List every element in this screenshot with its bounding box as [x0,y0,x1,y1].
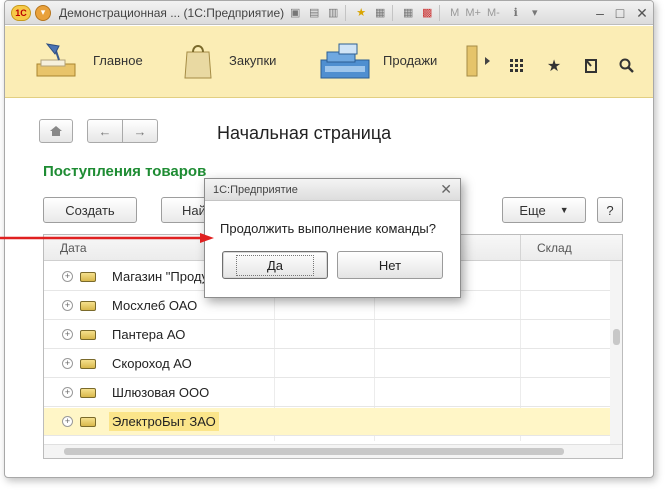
folder-icon [80,387,96,398]
home-button[interactable] [39,119,73,143]
document-icon[interactable]: ▦ [372,5,388,21]
folder-icon [80,300,96,311]
app-logo-icon: 1С [11,4,31,21]
table-row-selected[interactable]: + ЭлектроБыт ЗАО [44,408,612,436]
table-row[interactable]: + Шлюзовая ООО [44,379,612,407]
sections-panel: Главное Закупки Продажи ★ [5,26,653,98]
favorites-icon[interactable]: ★ [353,5,369,21]
maximize-button[interactable]: □ [611,4,629,22]
window-title: Демонстрационная ... (1С:Предприятие) [59,5,285,20]
desk-lamp-icon [33,40,83,80]
scroll-thumb[interactable] [64,448,564,455]
expand-icon[interactable]: + [62,387,73,398]
row-counterparty: Шлюзовая ООО [112,385,210,400]
star-icon[interactable]: ★ [544,56,564,76]
expand-icon[interactable]: + [62,329,73,340]
memory-minus-button[interactable]: M- [487,7,500,19]
folder-icon [80,358,96,369]
folder-icon [80,271,96,282]
list-title[interactable]: Поступления товаров [43,163,206,180]
folder-icon [80,329,96,340]
cash-register-icon [317,40,373,80]
chevron-down-icon: ▾ [35,4,51,21]
more-button[interactable]: Еще ▼ [502,197,586,223]
row-counterparty: ЭлектроБыт ЗАО [109,412,219,431]
preview-icon[interactable]: ▥ [325,5,341,21]
shopping-bag-icon [179,40,219,80]
expand-icon[interactable]: + [62,271,73,282]
folder-icon [80,416,96,427]
chevron-down-icon: ▼ [559,205,569,215]
red-arrow-annotation [0,233,214,243]
table-row[interactable]: + Пантера АО [44,321,612,349]
chevron-right-icon [466,45,490,77]
confirm-dialog: 1С:Предприятие ✕ Продолжить выполнение к… [204,178,461,298]
expand-icon[interactable]: + [62,358,73,369]
toolbar-divider [345,4,347,21]
section-label: Продажи [383,52,438,68]
create-button[interactable]: Создать [43,197,137,223]
row-counterparty: Пантера АО [112,327,186,342]
history-icon[interactable] [581,56,601,76]
vertical-scrollbar[interactable] [610,261,622,446]
arrow-right-icon: → [133,123,147,139]
print-icon[interactable]: ▤ [306,5,322,21]
calendar-icon[interactable]: ▩ [419,5,435,21]
dialog-title-bar: 1С:Предприятие ✕ [205,179,460,201]
calculator-icon[interactable]: ▦ [400,5,416,21]
dialog-title: 1С:Предприятие [213,183,298,196]
scroll-thumb[interactable] [613,329,620,345]
title-bar: 1С ▾ Демонстрационная ... (1С:Предприяти… [5,1,653,25]
help-button[interactable]: ? [597,197,623,223]
section-purchases[interactable]: Закупки [179,40,276,80]
section-main[interactable]: Главное [33,40,143,80]
section-label: Главное [93,52,143,68]
search-icon[interactable] [617,56,637,76]
page-title: Начальная страница [217,123,392,143]
minimize-button[interactable]: – [591,4,609,22]
column-header-warehouse[interactable]: Склад [520,235,616,261]
home-icon [50,126,62,136]
toolbar-divider [439,4,441,21]
info-icon[interactable]: ℹ [508,5,524,21]
expand-icon[interactable]: + [62,416,73,427]
close-icon[interactable]: ✕ [440,181,452,198]
section-sales[interactable]: Продажи [317,40,437,80]
forward-button[interactable]: → [122,119,158,143]
arrow-left-icon: ← [98,123,112,139]
dialog-message: Продолжить выполнение команды? [220,221,437,236]
row-counterparty: Мосхлеб ОАО [112,298,198,313]
more-label: Еще [519,202,546,218]
expand-icon[interactable]: + [62,300,73,311]
grid-icon[interactable] [507,56,527,76]
section-label: Закупки [229,52,277,68]
memory-button[interactable]: M [450,7,459,19]
horizontal-scrollbar[interactable] [44,444,622,458]
row-counterparty: Скороход АО [112,356,192,371]
memory-plus-button[interactable]: M+ [465,7,481,19]
main-menu-button[interactable]: ▾ [35,4,51,21]
save-icon[interactable]: ▣ [287,5,303,21]
back-button[interactable]: ← [87,119,123,143]
toolbar-divider [392,4,394,21]
sections-more-button[interactable] [465,40,495,80]
yes-button[interactable]: Да [222,251,328,279]
table-row[interactable]: + Скороход АО [44,350,612,378]
close-button[interactable]: ✕ [633,4,651,22]
dropdown-icon[interactable]: ▾ [527,5,543,21]
no-button[interactable]: Нет [337,251,443,279]
yes-label: Да [235,254,315,276]
